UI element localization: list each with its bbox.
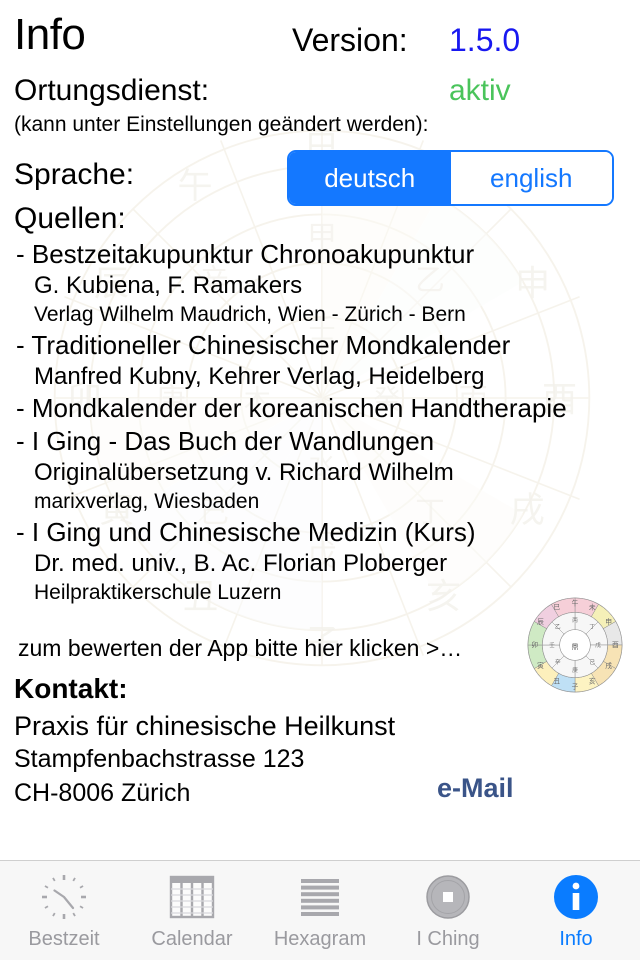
language-label: Sprache: bbox=[14, 158, 135, 191]
source-title: - Bestzeitakupunktur Chronoakupunktur bbox=[16, 239, 475, 269]
source-publisher: Verlag Wilhelm Maudrich, Wien - Zürich -… bbox=[34, 303, 466, 326]
svg-text:丙: 丙 bbox=[572, 617, 578, 624]
contact-line-2: Stampfenbachstrasse 123 bbox=[14, 745, 305, 773]
coin-icon bbox=[426, 875, 470, 919]
svg-text:巳: 巳 bbox=[553, 603, 560, 611]
svg-text:亥: 亥 bbox=[589, 676, 596, 685]
svg-text:丁: 丁 bbox=[589, 624, 595, 631]
tab-info[interactable]: Info bbox=[512, 861, 640, 960]
contact-line-1: Praxis für chinesische Heilkunst bbox=[14, 711, 396, 741]
location-service-note: (kann unter Einstellungen geändert werde… bbox=[14, 113, 429, 136]
svg-text:庚: 庚 bbox=[572, 666, 578, 674]
svg-text:子: 子 bbox=[572, 683, 579, 691]
svg-text:辛: 辛 bbox=[555, 658, 561, 666]
tab-label: Info bbox=[559, 928, 593, 950]
svg-text:丑: 丑 bbox=[553, 677, 560, 685]
contact-line-3: CH-8006 Zürich bbox=[14, 779, 191, 807]
clock-icon bbox=[42, 875, 86, 919]
source-title: - I Ging und Chinesische Medizin (Kurs) bbox=[16, 517, 476, 547]
table-icon bbox=[169, 875, 215, 919]
location-service-label: Ortungsdienst: bbox=[14, 74, 210, 107]
tab-hexagram[interactable]: Hexagram bbox=[256, 861, 384, 960]
segment-english[interactable]: english bbox=[450, 152, 612, 204]
rate-app-link[interactable]: zum bewerten der App bitte hier klicken … bbox=[18, 634, 462, 662]
tab-bar: Bestzeit Calendar Hexagram I Ching Info bbox=[0, 860, 640, 960]
zodiac-wheel-icon[interactable]: 午 未申 酉戌亥 子 丑 寅 卯 辰 巳 丙丁戊 己庚 辛 壬 乙 鼎 bbox=[527, 597, 623, 693]
source-title: - Traditioneller Chinesischer Mondkalend… bbox=[16, 330, 511, 360]
tab-label: Calendar bbox=[151, 928, 233, 950]
source-author: Dr. med. univ., B. Ac. Florian Ploberger bbox=[34, 550, 448, 577]
contact-label: Kontakt: bbox=[14, 673, 128, 704]
source-title: - I Ging - Das Buch der Wandlungen bbox=[16, 426, 435, 456]
sources-label: Quellen: bbox=[14, 202, 126, 235]
svg-text:鼎: 鼎 bbox=[572, 643, 579, 651]
header: Info Version: 1.5.0 bbox=[0, 8, 640, 64]
svg-text:寅: 寅 bbox=[537, 661, 544, 670]
source-author: G. Kubiena, F. Ramakers bbox=[34, 272, 303, 299]
source-author: Originalübersetzung v. Richard Wilhelm bbox=[34, 459, 454, 486]
svg-text:辰: 辰 bbox=[537, 618, 544, 626]
email-link[interactable]: e-Mail bbox=[437, 772, 514, 805]
svg-text:己: 己 bbox=[589, 659, 595, 666]
svg-text:戊: 戊 bbox=[595, 641, 601, 649]
svg-text:卯: 卯 bbox=[531, 640, 538, 649]
tab-label: I Ching bbox=[416, 928, 480, 950]
source-publisher: marixverlag, Wiesbaden bbox=[34, 490, 260, 513]
version-value: 1.5.0 bbox=[449, 22, 521, 58]
version-label: Version: bbox=[292, 22, 408, 58]
sources-list: - Bestzeitakupunktur Chronoakupunktur G. … bbox=[0, 238, 640, 607]
tab-label: Hexagram bbox=[273, 928, 367, 950]
tab-calendar[interactable]: Calendar bbox=[128, 861, 256, 960]
svg-text:申: 申 bbox=[605, 617, 612, 626]
svg-text:乙: 乙 bbox=[555, 624, 561, 631]
svg-text:未: 未 bbox=[589, 602, 596, 611]
svg-text:午: 午 bbox=[572, 599, 579, 608]
tab-label: Bestzeit bbox=[28, 928, 100, 950]
page-title: Info bbox=[14, 10, 86, 59]
language-segmented-control[interactable]: deutsch english bbox=[287, 150, 614, 206]
info-icon bbox=[554, 875, 598, 919]
location-service-status: aktiv bbox=[449, 74, 511, 107]
svg-text:戌: 戌 bbox=[605, 661, 612, 670]
hexagram-icon bbox=[301, 879, 339, 916]
segment-deutsch[interactable]: deutsch bbox=[289, 152, 451, 204]
source-author: Manfred Kubny, Kehrer Verlag, Heidelberg bbox=[34, 363, 485, 390]
source-title: - Mondkalender der koreanischen Handther… bbox=[16, 393, 567, 423]
tab-i-ching[interactable]: I Ching bbox=[384, 861, 512, 960]
info-screen: Info Version: 1.5.0 Ortungsdienst: aktiv… bbox=[0, 0, 640, 860]
svg-text:酉: 酉 bbox=[612, 641, 619, 649]
svg-text:壬: 壬 bbox=[549, 641, 555, 649]
tab-bestzeit[interactable]: Bestzeit bbox=[0, 861, 128, 960]
